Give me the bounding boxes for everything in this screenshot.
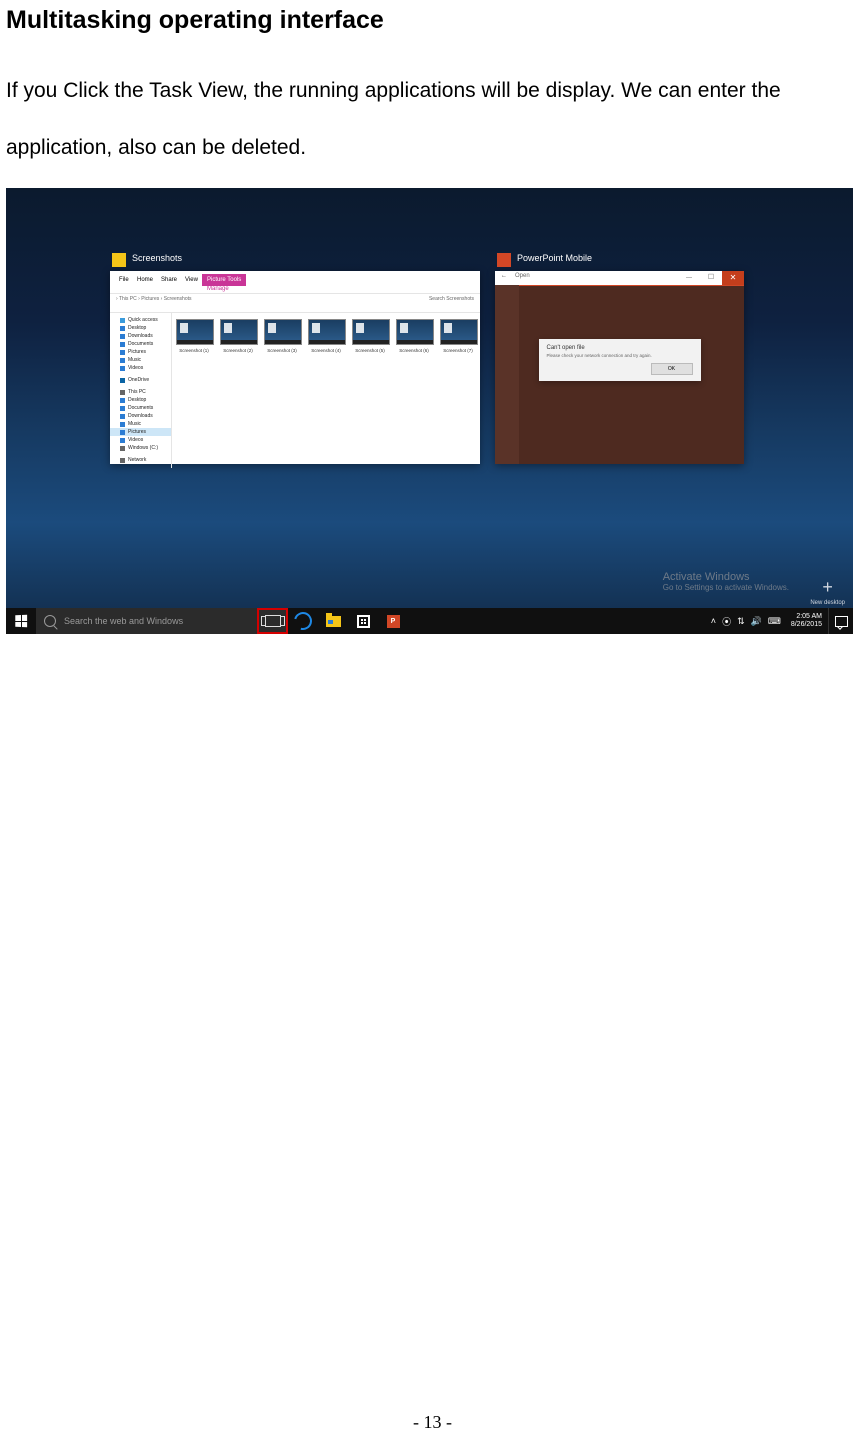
explorer-nav-pane: Quick access Desktop Downloads Documents…: [110, 313, 172, 468]
section-body: If you Click the Task View, the running …: [6, 63, 865, 176]
taskbar: Search the web and Windows P ˄ ⦿ ⇅: [6, 608, 853, 634]
powerpoint-icon: P: [387, 615, 400, 628]
nav-pc-music[interactable]: Music: [110, 420, 171, 428]
nav-desktop[interactable]: Desktop: [110, 324, 171, 332]
ppt-open-label: Open: [515, 273, 530, 279]
ppt-sidebar: [495, 285, 519, 464]
task-view-icon: [265, 615, 281, 627]
nav-quick-access[interactable]: Quick access: [110, 316, 171, 324]
taskbar-powerpoint[interactable]: P: [378, 608, 408, 634]
nav-network[interactable]: Network: [110, 456, 171, 464]
explorer-search[interactable]: Search Screenshots: [429, 296, 474, 310]
nav-videos[interactable]: Videos: [110, 364, 171, 372]
file-thumb[interactable]: Screenshot (7): [440, 319, 476, 462]
nav-onedrive[interactable]: OneDrive: [110, 376, 171, 384]
nav-pc-desktop[interactable]: Desktop: [110, 396, 171, 404]
taskbar-store[interactable]: [348, 608, 378, 634]
notification-icon: [835, 616, 848, 627]
taskview-app-title: Screenshots: [132, 253, 182, 263]
system-tray[interactable]: ˄ ⦿ ⇅ 🔊 ⌨: [707, 608, 785, 634]
minimize-button[interactable]: —: [678, 271, 700, 285]
plus-icon: +: [810, 578, 845, 596]
taskbar-edge[interactable]: [288, 608, 318, 634]
nav-pc-windows[interactable]: Windows (C:): [110, 444, 171, 452]
network-icon[interactable]: ⇅: [737, 616, 745, 627]
tray-chevron-icon[interactable]: ˄: [711, 616, 716, 626]
activate-windows-watermark: Activate Windows Go to Settings to activ…: [663, 571, 789, 592]
search-icon: [44, 615, 56, 627]
store-icon: [357, 615, 370, 628]
keyboard-icon[interactable]: ⌨: [768, 616, 781, 627]
dialog-ok-button[interactable]: OK: [651, 363, 693, 375]
edge-icon: [291, 609, 316, 634]
location-icon[interactable]: ⦿: [722, 615, 731, 628]
windows-logo-icon: [15, 615, 27, 627]
ribbon-share[interactable]: Share: [156, 274, 182, 286]
ribbon-view[interactable]: View: [180, 274, 203, 286]
page-number: - 13 -: [0, 1412, 865, 1433]
file-thumb[interactable]: Screenshot (6): [396, 319, 432, 462]
nav-pc-documents[interactable]: Documents: [110, 404, 171, 412]
clock-date: 8/26/2015: [791, 621, 822, 629]
nav-music[interactable]: Music: [110, 356, 171, 364]
file-thumb[interactable]: Screenshot (4): [308, 319, 344, 462]
ribbon-home[interactable]: Home: [132, 274, 158, 286]
dialog-message: Please check your network connection and…: [547, 353, 693, 358]
file-explorer-icon: [326, 616, 341, 627]
task-view-screenshot: Screenshots File Home Share View Picture…: [6, 188, 853, 634]
start-button[interactable]: [6, 608, 36, 634]
nav-downloads[interactable]: Downloads: [110, 332, 171, 340]
nav-pc-pictures[interactable]: Pictures: [110, 428, 171, 436]
taskview-app-explorer[interactable]: Screenshots File Home Share View Picture…: [110, 271, 480, 464]
file-thumb[interactable]: Screenshot (2): [220, 319, 256, 462]
maximize-button[interactable]: ☐: [700, 271, 722, 285]
nav-pc-downloads[interactable]: Downloads: [110, 412, 171, 420]
error-dialog: Can't open file Please check your networ…: [539, 339, 701, 381]
nav-pictures[interactable]: Pictures: [110, 348, 171, 356]
nav-pc-videos[interactable]: Videos: [110, 436, 171, 444]
folder-icon: [112, 253, 126, 267]
taskbar-file-explorer[interactable]: [318, 608, 348, 634]
ribbon-file[interactable]: File: [114, 274, 134, 286]
close-button[interactable]: ✕: [722, 271, 744, 285]
file-thumb[interactable]: Screenshot (5): [352, 319, 388, 462]
ribbon-manage[interactable]: Manage: [202, 283, 234, 295]
taskview-app-powerpoint[interactable]: PowerPoint Mobile ← Open — ☐ ✕ Can't ope…: [495, 271, 744, 464]
taskbar-clock[interactable]: 2:05 AM 8/26/2015: [785, 608, 828, 634]
file-thumb[interactable]: Screenshot (1): [176, 319, 212, 462]
task-view-button[interactable]: [257, 608, 288, 634]
search-placeholder: Search the web and Windows: [64, 616, 183, 626]
clock-time: 2:05 AM: [791, 613, 822, 621]
taskbar-search[interactable]: Search the web and Windows: [36, 608, 257, 634]
new-desktop-button[interactable]: + New desktop: [810, 578, 845, 606]
file-thumb[interactable]: Screenshot (3): [264, 319, 300, 462]
taskview-app-title: PowerPoint Mobile: [517, 253, 592, 263]
nav-documents[interactable]: Documents: [110, 340, 171, 348]
volume-icon[interactable]: 🔊: [751, 616, 762, 627]
action-center-button[interactable]: [828, 608, 853, 634]
section-heading: Multitasking operating interface: [6, 6, 865, 35]
dialog-title: Can't open file: [547, 345, 693, 351]
nav-this-pc[interactable]: This PC: [110, 388, 171, 396]
powerpoint-icon: [497, 253, 511, 267]
explorer-content: Screenshot (1) Screenshot (2) Screenshot…: [172, 313, 480, 468]
breadcrumb[interactable]: › This PC › Pictures › Screenshots: [116, 296, 192, 310]
